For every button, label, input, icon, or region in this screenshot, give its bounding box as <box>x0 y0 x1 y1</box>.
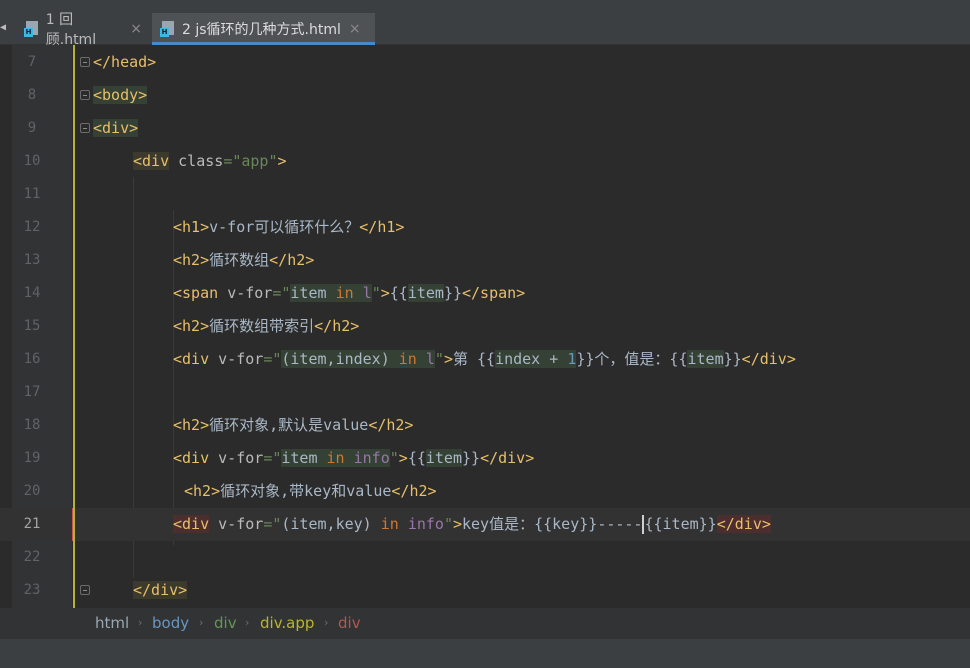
code-text: <h2>循环数组带索引</h2> <box>173 317 360 335</box>
line-number: 18 <box>23 417 41 433</box>
line-number: 15 <box>23 318 41 334</box>
chevron-right-icon: › <box>245 616 250 629</box>
code-line[interactable]: 7 </head> <box>0 46 970 79</box>
code-line[interactable]: 15 <h2>循环数组带索引</h2> <box>0 310 970 343</box>
line-number: 14 <box>23 285 41 301</box>
code-text: <body> <box>93 86 148 104</box>
breadcrumb-div-app[interactable]: div.app <box>260 608 314 638</box>
fold-icon[interactable] <box>80 90 90 100</box>
code-line[interactable]: 10 <div class="app"> <box>0 145 970 178</box>
code-text: <div v-for="(item,key) in info">key值是：{{… <box>173 515 771 534</box>
line-number: 8 <box>27 87 37 103</box>
editor-tab-bar: ◀ H 1 回顾.html × H 2 js循环的几种方式.html × <box>0 0 970 48</box>
code-line[interactable]: 16 <div v-for="(item,index) in l">第 {{in… <box>0 343 970 376</box>
code-text: </head> <box>93 53 157 71</box>
code-text: <h2>循环数组</h2> <box>173 251 315 269</box>
code-line-current[interactable]: 21 <div v-for="(item,key) in info">key值是… <box>0 508 970 541</box>
line-number: 23 <box>23 582 41 598</box>
code-line[interactable]: 12 <h1>v-for可以循环什么？</h1> <box>0 211 970 244</box>
code-line[interactable]: 19 <div v-for="item in info">{{item}}</d… <box>0 442 970 475</box>
code-editor[interactable]: 7 </head> 8 <body> 9 <div> 10 <div class… <box>0 45 970 608</box>
code-text: <div v-for="item in info">{{item}}</div> <box>173 449 535 467</box>
breadcrumb-html[interactable]: html <box>95 608 129 638</box>
line-number: 22 <box>23 549 41 565</box>
breadcrumb-body[interactable]: body <box>152 608 189 638</box>
code-text: <div> <box>93 119 139 137</box>
code-text: <div v-for="(item,index) in l">第 {{index… <box>173 350 796 368</box>
status-bar <box>0 638 970 668</box>
close-icon[interactable]: × <box>349 21 361 37</box>
tab-label: 1 回顾.html <box>45 12 97 48</box>
tab-list-chevron-icon[interactable]: ◀ <box>0 22 6 33</box>
line-number: 12 <box>23 219 41 235</box>
line-number: 7 <box>27 54 37 70</box>
code-line[interactable]: 13 <h2>循环数组</h2> <box>0 244 970 277</box>
code-line[interactable]: 23 </div> <box>0 574 970 607</box>
tab-js-loops-html[interactable]: H 2 js循环的几种方式.html × <box>152 13 375 45</box>
fold-icon[interactable] <box>80 123 90 133</box>
html-file-icon: H <box>160 21 176 37</box>
line-number: 10 <box>23 153 41 169</box>
code-text: <h2>循环对象,默认是value</h2> <box>173 416 414 434</box>
line-number: 11 <box>23 186 41 202</box>
tab-label: 2 js循环的几种方式.html <box>182 22 341 38</box>
code-text: <div class="app"> <box>133 152 287 170</box>
fold-icon[interactable] <box>80 57 90 67</box>
code-line[interactable]: 11 <box>0 178 970 211</box>
code-line[interactable]: 9 <div> <box>0 112 970 145</box>
gutter-change-marker <box>73 45 75 608</box>
line-number: 19 <box>23 450 41 466</box>
line-number: 20 <box>23 483 41 499</box>
close-icon[interactable]: × <box>130 21 142 37</box>
line-number: 9 <box>27 120 37 136</box>
code-line[interactable]: 18 <h2>循环对象,默认是value</h2> <box>0 409 970 442</box>
fold-icon[interactable] <box>80 585 90 595</box>
code-text: <h2>循环对象,带key和value</h2> <box>184 482 437 500</box>
code-text: <h1>v-for可以循环什么？</h1> <box>173 218 405 236</box>
code-line[interactable]: 8 <body> <box>0 79 970 112</box>
html-file-icon: H <box>24 21 40 37</box>
chevron-right-icon: › <box>199 616 204 629</box>
line-number: 13 <box>23 252 41 268</box>
code-line[interactable]: 20 <h2>循环对象,带key和value</h2> <box>0 475 970 508</box>
code-line[interactable]: 17 <box>0 376 970 409</box>
code-line[interactable]: 14 <span v-for="item in l">{{item}}</spa… <box>0 277 970 310</box>
breadcrumb: html › body › div › div.app › div <box>0 608 970 638</box>
code-line[interactable]: 22 <box>0 541 970 574</box>
line-number: 17 <box>23 384 41 400</box>
breadcrumb-div[interactable]: div <box>214 608 237 638</box>
chevron-right-icon: › <box>324 616 329 629</box>
line-number: 21 <box>23 516 41 532</box>
code-text: <span v-for="item in l">{{item}}</span> <box>173 284 526 302</box>
breadcrumb-div-current[interactable]: div <box>338 608 361 638</box>
line-number: 16 <box>23 351 41 367</box>
code-text: </div> <box>133 581 188 599</box>
tab-recap-html[interactable]: H 1 回顾.html × <box>16 12 150 48</box>
chevron-right-icon: › <box>138 616 143 629</box>
